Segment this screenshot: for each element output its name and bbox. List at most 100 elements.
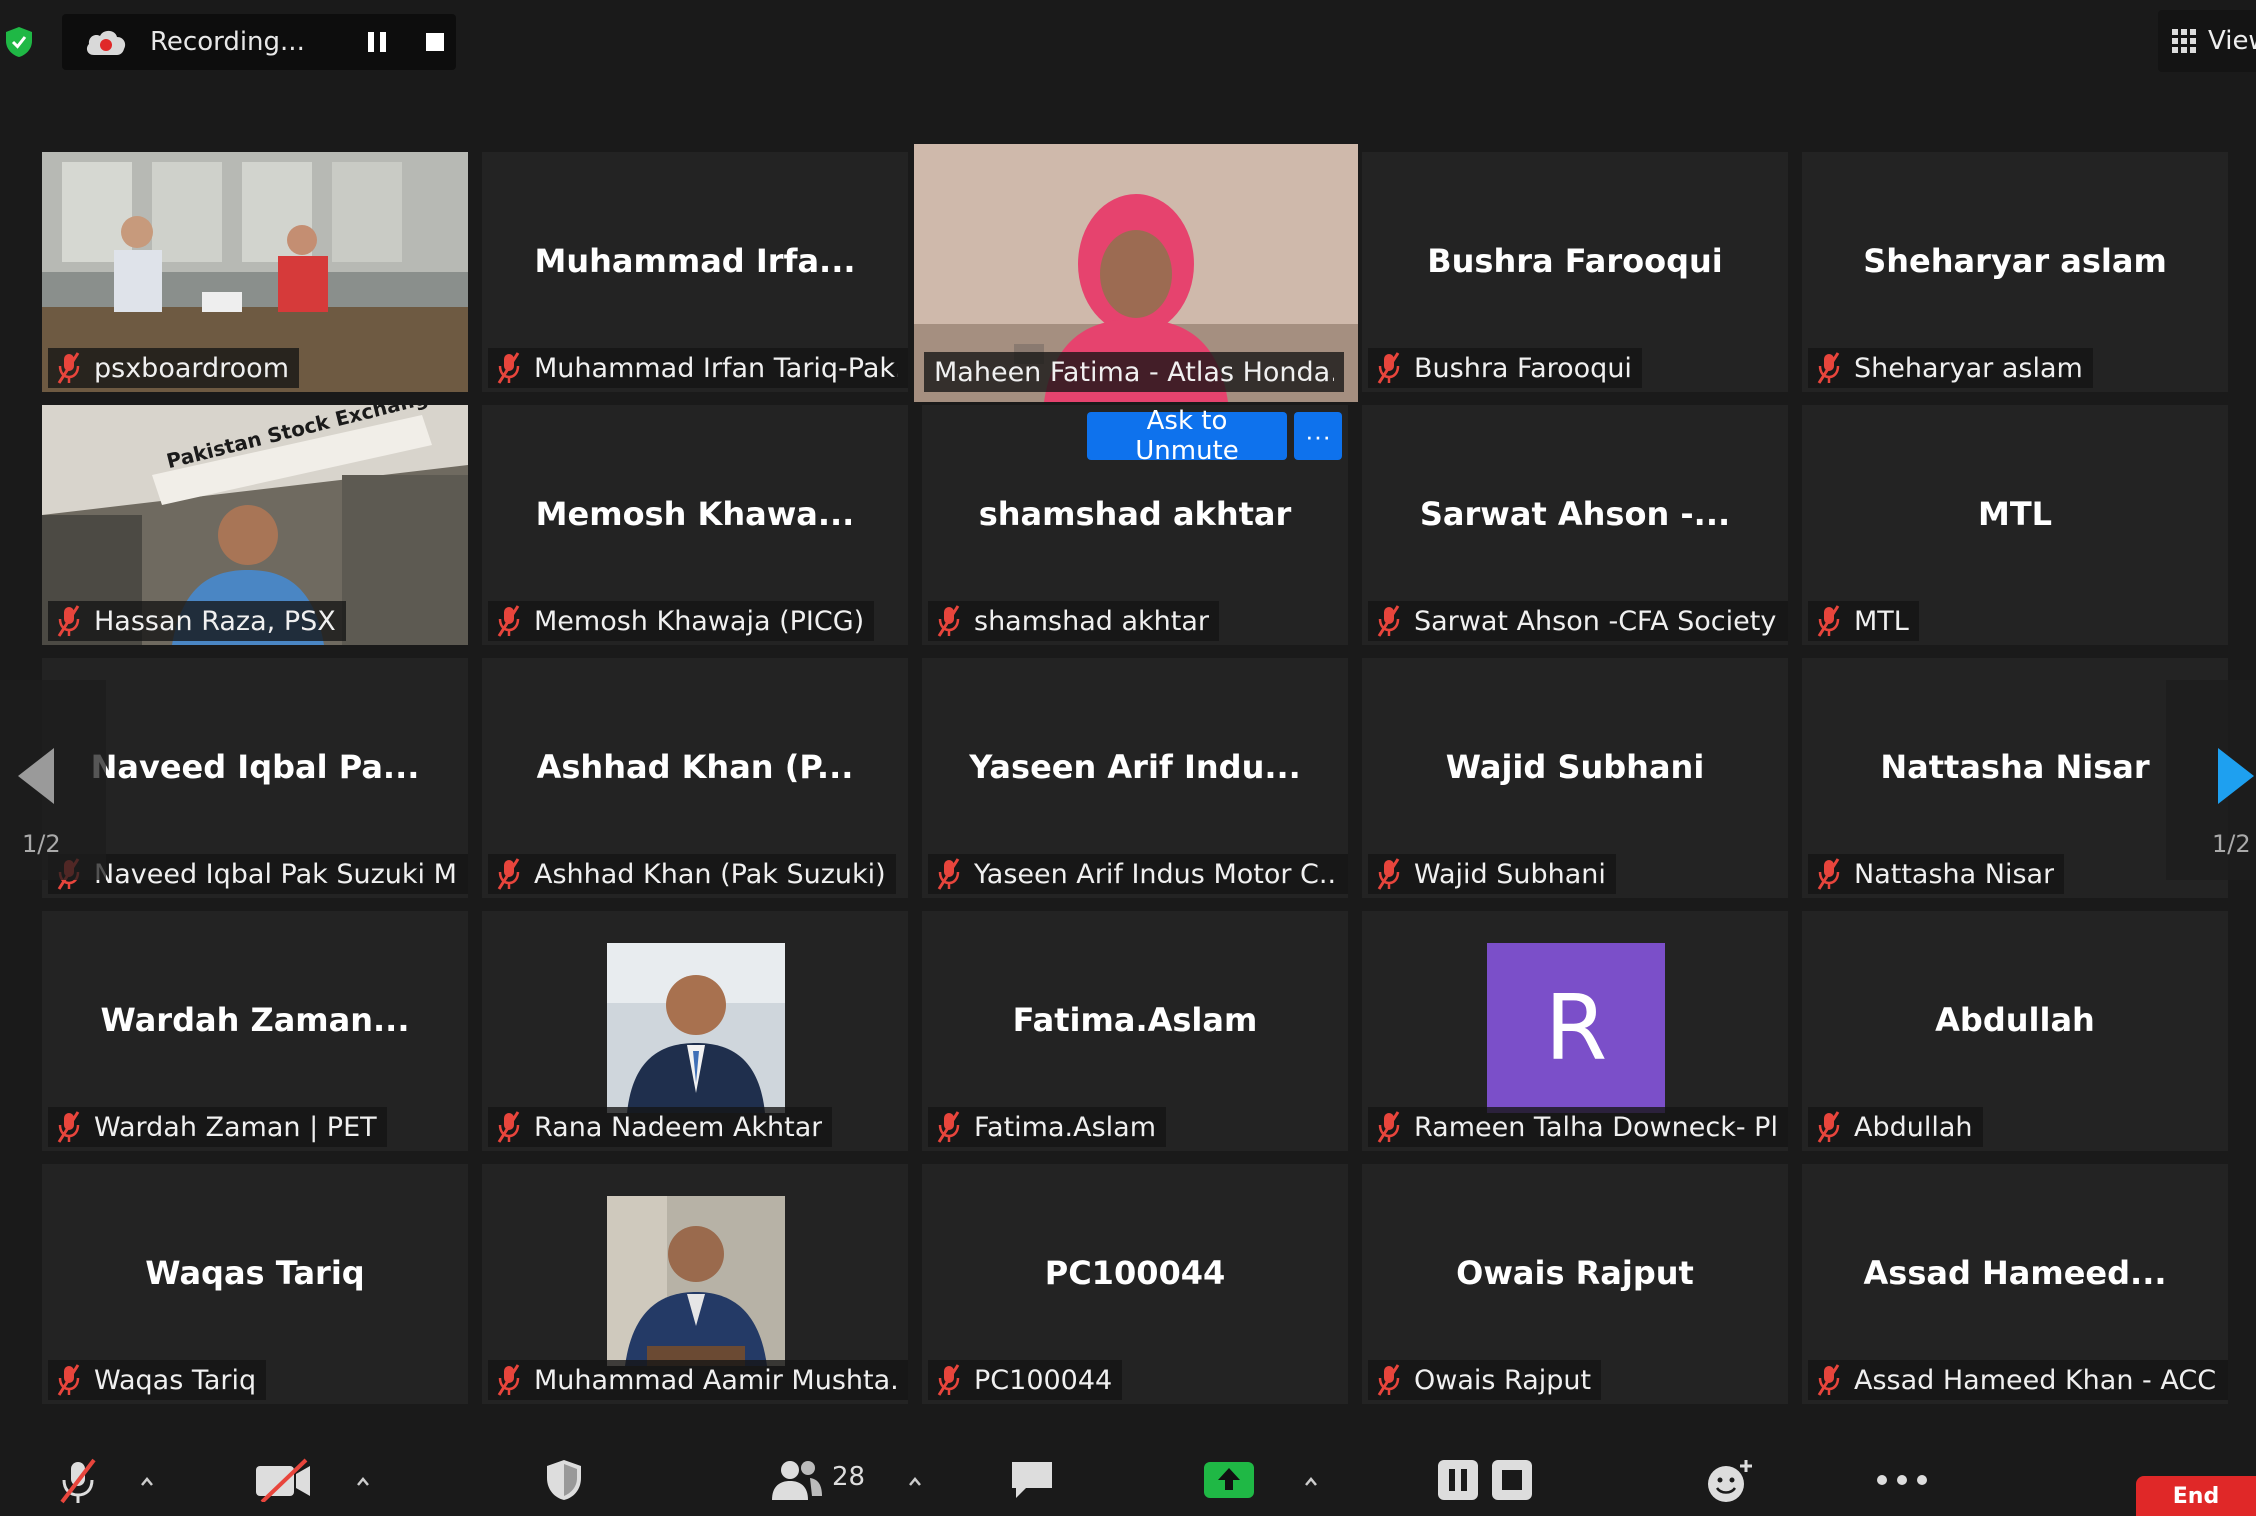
participant-name: Muhammad Aamir Mushta...: [534, 1364, 898, 1396]
mic-muted-icon: [54, 351, 84, 385]
participant-tile[interactable]: Waqas Tariq Waqas Tariq: [42, 1164, 468, 1404]
mic-muted-icon: [934, 1363, 964, 1397]
mic-muted-icon: [54, 1110, 84, 1144]
participants-icon[interactable]: [770, 1458, 824, 1502]
mic-muted-icon: [1374, 351, 1404, 385]
mic-muted-icon: [54, 1363, 84, 1397]
chat-icon[interactable]: [1008, 1458, 1056, 1502]
page-indicator-right: 1/2: [2212, 830, 2251, 858]
participant-display-name: Fatima.Aslam: [1012, 1001, 1258, 1039]
participant-tile[interactable]: Assad Hameed... Assad Hameed Khan - ACC.…: [1802, 1164, 2228, 1404]
participant-display-name: Sarwat Ahson -...: [1419, 495, 1731, 533]
next-page-button[interactable]: 1/2: [2166, 680, 2256, 880]
chevron-up-icon[interactable]: [1304, 1474, 1318, 1488]
chevron-up-icon[interactable]: [140, 1474, 154, 1488]
ask-to-unmute-button[interactable]: Ask to Unmute: [1087, 406, 1287, 466]
participant-name: Naveed Iqbal Pak Suzuki M...: [94, 858, 458, 890]
participant-tile[interactable]: Pakistan Stock Exchange Hassan Raza, PSX: [42, 405, 468, 645]
pause-stop-recording-icon[interactable]: [1436, 1458, 1534, 1502]
mic-muted-icon: [1374, 1363, 1404, 1397]
participant-tile[interactable]: MTL MTL: [1802, 405, 2228, 645]
participant-tile[interactable]: Sarwat Ahson -... Sarwat Ahson -CFA Soci…: [1362, 405, 1788, 645]
mic-muted-icon: [934, 857, 964, 891]
participant-display-name: Owais Rajput: [1456, 1254, 1694, 1292]
reactions-icon[interactable]: [1704, 1458, 1754, 1504]
participant-name: Hassan Raza, PSX: [94, 605, 336, 637]
participant-display-name: Ashhad Khan (P...: [536, 748, 854, 786]
participant-name: Ashhad Khan (Pak Suzuki): [534, 858, 886, 890]
meeting-toolbar: [0, 1420, 2256, 1504]
mic-muted-icon: [1374, 857, 1404, 891]
participant-name: Wardah Zaman | PET: [94, 1111, 377, 1143]
mic-muted-icon: [1814, 604, 1844, 638]
mic-muted-icon: [1374, 1110, 1404, 1144]
participant-tile[interactable]: Wardah Zaman... Wardah Zaman | PET: [42, 911, 468, 1151]
participant-display-name: Wardah Zaman...: [100, 1001, 410, 1039]
participant-tile[interactable]: Wajid Subhani Wajid Subhani: [1362, 658, 1788, 898]
participant-display-name: Yaseen Arif Indu...: [969, 748, 1301, 786]
chevron-up-icon[interactable]: [908, 1474, 922, 1488]
mic-muted-icon: [934, 1110, 964, 1144]
mic-muted-icon: [1374, 604, 1404, 638]
participant-display-name: Assad Hameed...: [1863, 1254, 2167, 1292]
participant-tile[interactable]: Memosh Khawa... Memosh Khawaja (PICG): [482, 405, 908, 645]
mic-muted-icon: [494, 351, 524, 385]
participant-tile[interactable]: R Rameen Talha Downeck- Pl...: [1362, 911, 1788, 1151]
participant-name: Bushra Farooqui: [1414, 352, 1632, 384]
active-speaker-tile[interactable]: Maheen Fatima - Atlas Honda...: [914, 144, 1358, 402]
participant-tile[interactable]: Nattasha Nisar Nattasha Nisar: [1802, 658, 2228, 898]
participant-display-name: Bushra Farooqui: [1427, 242, 1723, 280]
participant-tile[interactable]: Fatima.Aslam Fatima.Aslam: [922, 911, 1348, 1151]
mute-microphone-icon[interactable]: [56, 1458, 100, 1504]
participant-name: Sarwat Ahson -CFA Society ...: [1414, 605, 1778, 637]
participant-tile[interactable]: Yaseen Arif Indu... Yaseen Arif Indus Mo…: [922, 658, 1348, 898]
mic-muted-icon: [934, 604, 964, 638]
mic-muted-icon: [494, 857, 524, 891]
participant-tile[interactable]: Muhammad Aamir Mushta...: [482, 1164, 908, 1404]
chevron-up-icon[interactable]: [356, 1474, 370, 1488]
participant-display-name: Sheharyar aslam: [1863, 242, 2167, 280]
participant-tile[interactable]: Bushra Farooqui Bushra Farooqui: [1362, 152, 1788, 392]
avatar-initial: R: [1487, 943, 1665, 1113]
participant-name: MTL: [1854, 605, 1909, 637]
profile-photo: [607, 943, 785, 1113]
participant-tile[interactable]: Owais Rajput Owais Rajput: [1362, 1164, 1788, 1404]
participant-display-name: Abdullah: [1935, 1001, 2095, 1039]
participant-display-name: PC100044: [1044, 1254, 1226, 1292]
mic-muted-icon: [1814, 1363, 1844, 1397]
participant-tile[interactable]: Muhammad Irfa... Muhammad Irfan Tariq-Pa…: [482, 152, 908, 392]
participant-tile[interactable]: Ashhad Khan (P... Ashhad Khan (Pak Suzuk…: [482, 658, 908, 898]
more-icon[interactable]: [1876, 1472, 1928, 1488]
video-grid: psxboardroom Muhammad Irfa... Muhammad I…: [0, 0, 2256, 1420]
participant-name: shamshad akhtar: [974, 605, 1209, 637]
mic-muted-icon: [1814, 351, 1844, 385]
participant-tile[interactable]: PC100044 PC100044: [922, 1164, 1348, 1404]
mic-muted-icon: [494, 1110, 524, 1144]
participant-display-name: MTL: [1977, 495, 2053, 533]
participant-name: PC100044: [974, 1364, 1113, 1396]
participant-tile[interactable]: psxboardroom: [42, 152, 468, 392]
participant-tile[interactable]: Rana Nadeem Akhtar: [482, 911, 908, 1151]
profile-photo: [607, 1196, 785, 1366]
participant-tile[interactable]: Abdullah Abdullah: [1802, 911, 2228, 1151]
participant-display-name: Wajid Subhani: [1445, 748, 1705, 786]
participant-name: Nattasha Nisar: [1854, 858, 2055, 890]
mic-muted-icon: [1814, 857, 1844, 891]
participant-name: Rana Nadeem Akhtar: [534, 1111, 823, 1143]
participant-display-name: Memosh Khawa...: [535, 495, 855, 533]
end-meeting-button[interactable]: End: [2136, 1476, 2256, 1516]
security-icon[interactable]: [544, 1458, 584, 1502]
participant-name: Wajid Subhani: [1414, 858, 1606, 890]
participant-display-name: shamshad akhtar: [978, 495, 1292, 533]
previous-page-button[interactable]: 1/2: [0, 680, 106, 880]
participant-tile[interactable]: Sheharyar aslam Sheharyar aslam: [1802, 152, 2228, 392]
participant-name: Muhammad Irfan Tariq-Pak...: [534, 352, 898, 384]
mic-muted-icon: [494, 604, 524, 638]
stop-video-icon[interactable]: [254, 1458, 312, 1502]
participant-name: Sheharyar aslam: [1854, 352, 2083, 384]
participant-name: Maheen Fatima - Atlas Honda...: [934, 356, 1334, 388]
page-indicator-left: 1/2: [22, 830, 61, 858]
share-screen-icon[interactable]: [1202, 1458, 1256, 1500]
mic-muted-icon: [494, 1363, 524, 1397]
more-options-button[interactable]: ···: [1294, 412, 1342, 460]
